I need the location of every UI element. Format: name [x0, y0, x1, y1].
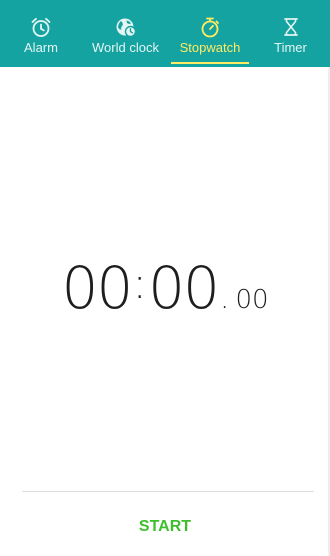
- seconds-value: 00: [148, 254, 220, 322]
- tab-stopwatch-label: Stopwatch: [179, 40, 241, 55]
- tab-bar: Alarm World clock Stopwatch Timer: [0, 0, 330, 67]
- hundredths-value: 00: [235, 285, 269, 315]
- time-colon: :: [132, 258, 148, 309]
- tab-timer-label: Timer: [274, 40, 307, 55]
- start-button[interactable]: START: [100, 507, 230, 547]
- divider: [22, 491, 314, 492]
- tab-world-clock-label: World clock: [92, 40, 159, 55]
- active-tab-indicator: [171, 62, 249, 64]
- stopwatch-icon: [201, 17, 219, 38]
- minutes-value: 00: [61, 254, 133, 322]
- hourglass-icon: [283, 18, 298, 36]
- clock-app: Alarm World clock Stopwatch Timer 00:00.…: [0, 0, 330, 556]
- tab-world-clock[interactable]: World clock: [82, 0, 169, 67]
- tab-alarm[interactable]: Alarm: [0, 0, 82, 67]
- stopwatch-display: 00:00. 00: [0, 238, 330, 338]
- tab-timer[interactable]: Timer: [251, 0, 330, 67]
- globe-clock-icon: [116, 18, 136, 38]
- tab-stopwatch[interactable]: Stopwatch: [169, 0, 251, 67]
- alarm-clock-icon: [31, 17, 51, 37]
- decimal-dot: .: [219, 281, 230, 316]
- tab-alarm-label: Alarm: [24, 40, 58, 55]
